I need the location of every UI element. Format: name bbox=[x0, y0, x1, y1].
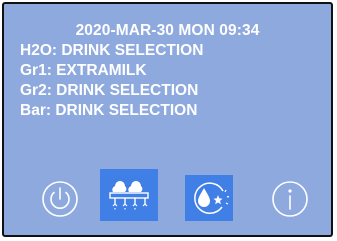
info-button[interactable] bbox=[268, 177, 312, 221]
status-line-gr1: Gr1: EXTRAMILK bbox=[20, 62, 147, 79]
status-list: H2O: DRINK SELECTION Gr1: EXTRAMILK Gr2:… bbox=[20, 41, 203, 121]
cleaning-button[interactable] bbox=[185, 175, 233, 221]
power-button[interactable] bbox=[38, 177, 82, 221]
info-icon bbox=[272, 181, 308, 217]
status-line-bar: Bar: DRINK SELECTION bbox=[20, 102, 198, 119]
datetime-header: 2020-MAR-30 MON 09:34 bbox=[75, 22, 260, 39]
power-icon bbox=[42, 181, 78, 217]
milk-nozzles-button[interactable] bbox=[100, 169, 158, 221]
display-screen: 2020-MAR-30 MON 09:34 H2O: DRINK SELECTI… bbox=[2, 2, 333, 237]
icon-toolbar bbox=[4, 169, 331, 221]
milk-nozzles-icon bbox=[109, 181, 149, 211]
status-line-gr2: Gr2: DRINK SELECTION bbox=[20, 82, 199, 99]
cleaning-drop-sparkle-icon bbox=[194, 182, 230, 214]
status-line-h2o: H2O: DRINK SELECTION bbox=[20, 42, 204, 59]
